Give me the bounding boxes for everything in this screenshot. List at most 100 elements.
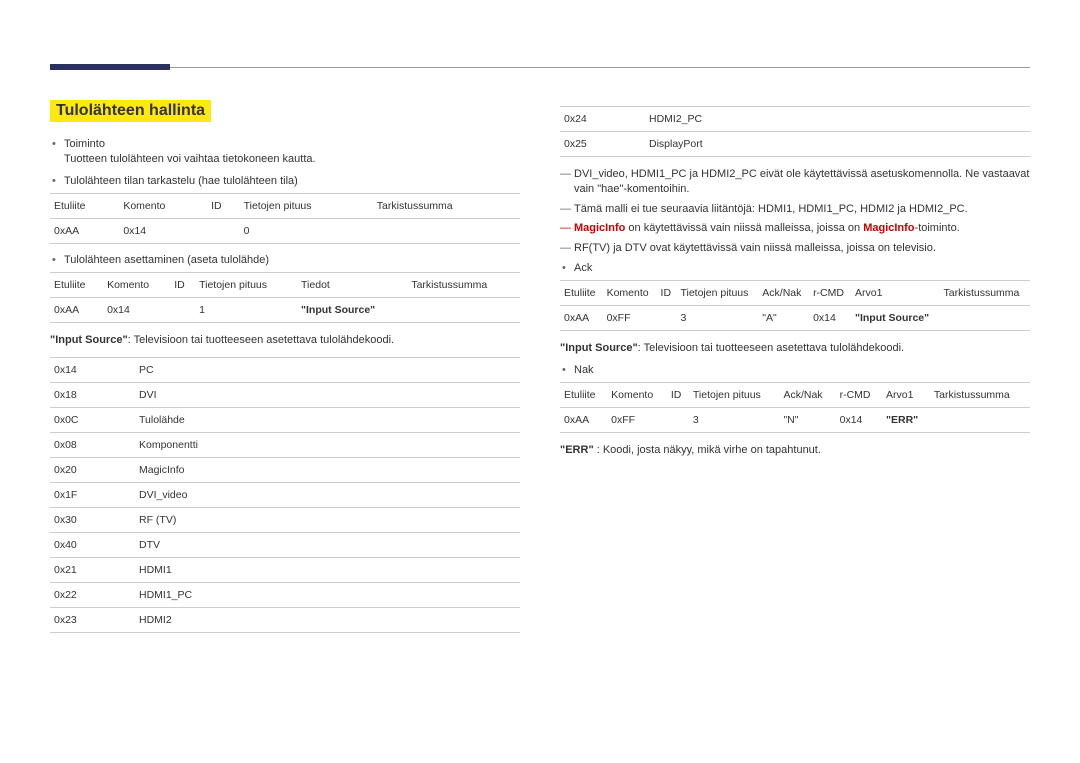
td: 0x18 [50,382,135,407]
th: Tarkistussumma [930,383,1030,408]
td [667,408,689,433]
td [930,408,1030,433]
bullet-nak: Nak [574,364,1030,376]
td: 0x20 [50,457,135,482]
th: Etuliite [560,280,603,305]
bullet-ack: Ack [574,262,1030,274]
table-set: Etuliite Komento ID Tietojen pituus Tied… [50,272,520,323]
input-source-desc: "Input Source": Televisioon tai tuottees… [50,333,520,348]
td: 0x0C [50,407,135,432]
th: r-CMD [836,383,882,408]
th: ID [667,383,689,408]
td: DTV [135,532,520,557]
text: -toiminto. [915,222,960,234]
td: HDMI2_PC [645,107,1030,132]
td: "ERR" [882,408,930,433]
td: 0x14 [103,298,170,323]
td: 0x30 [50,507,135,532]
td: "N" [779,408,835,433]
text: : Televisioon tai tuotteeseen asetettava… [128,334,394,346]
td: HDMI1 [135,557,520,582]
header-rule [170,67,1030,68]
td [207,219,239,244]
th: Etuliite [560,383,607,408]
th: ID [170,273,195,298]
bullet-toiminto: Toiminto [64,138,520,150]
note-model: Tämä malli ei tue seuraavia liitäntöjä: … [574,202,1030,217]
td: DVI_video [135,482,520,507]
th: Komento [603,280,657,305]
section-heading: Tulolähteen hallinta [50,100,211,122]
table-view: Etuliite Komento ID Tietojen pituus Tark… [50,193,520,244]
td: "Input Source" [851,305,940,330]
note-dvi: DVI_video, HDMI1_PC ja HDMI2_PC eivät ol… [574,167,1030,198]
th: Komento [607,383,667,408]
td [170,298,195,323]
td: DVI [135,382,520,407]
td: 3 [689,408,780,433]
th: Tiedot [297,273,407,298]
th: Ack/Nak [779,383,835,408]
td: 0x1F [50,482,135,507]
th: Ack/Nak [758,280,809,305]
td: "A" [758,305,809,330]
note-rftv: RF(TV) ja DTV ovat käytettävissä vain ni… [574,241,1030,256]
text: : Televisioon tai tuotteeseen asetettava… [638,342,904,354]
right-column: 0x24HDMI2_PC 0x25DisplayPort DVI_video, … [560,100,1030,643]
th: Komento [119,194,207,219]
th: ID [657,280,677,305]
td: 0x25 [560,132,645,157]
td: 0xAA [560,305,603,330]
td: 1 [195,298,297,323]
td: 0x22 [50,582,135,607]
td: DisplayPort [645,132,1030,157]
td [407,298,520,323]
text: on käytettävissä vain niissä malleissa, … [625,222,863,234]
table-codes-extra: 0x24HDMI2_PC 0x25DisplayPort [560,106,1030,157]
td: Komponentti [135,432,520,457]
bullet-set: Tulolähteen asettaminen (aseta tulolähde… [64,254,520,266]
th: Arvo1 [851,280,940,305]
td: 0x24 [560,107,645,132]
td: 0x14 [836,408,882,433]
magicinfo-word: MagicInfo [863,222,914,234]
th: Tarkistussumma [940,280,1030,305]
th: Komento [103,273,170,298]
table-ack: Etuliite Komento ID Tietojen pituus Ack/… [560,280,1030,331]
content: Tulolähteen hallinta Toiminto Tuotteen t… [50,100,1030,643]
bullet-view: Tulolähteen tilan tarkastelu (hae tulolä… [64,175,520,187]
table-nak: Etuliite Komento ID Tietojen pituus Ack/… [560,382,1030,433]
td: 0x14 [809,305,851,330]
th: Tietojen pituus [676,280,758,305]
td [657,305,677,330]
td: MagicInfo [135,457,520,482]
table-codes: 0x14PC 0x18DVI 0x0CTulolähde 0x08Kompone… [50,357,520,633]
td: PC [135,357,520,382]
note-magicinfo: MagicInfo on käytettävissä vain niissä m… [574,221,1030,236]
td: 0xAA [50,219,119,244]
input-source-desc2: "Input Source": Televisioon tai tuottees… [560,341,1030,356]
td: 0x08 [50,432,135,457]
th: Tarkistussumma [373,194,520,219]
left-column: Tulolähteen hallinta Toiminto Tuotteen t… [50,100,520,643]
td: "Input Source" [297,298,407,323]
td: HDMI2 [135,607,520,632]
td: 0x23 [50,607,135,632]
td: 0x40 [50,532,135,557]
td [940,305,1030,330]
td: 0xFF [607,408,667,433]
th: Tietojen pituus [240,194,373,219]
td: Tulolähde [135,407,520,432]
magicinfo-word: MagicInfo [574,222,625,234]
td: 0 [240,219,373,244]
th: Etuliite [50,273,103,298]
header-band [50,64,170,70]
td: 3 [676,305,758,330]
text: : Koodi, josta näkyy, mikä virhe on tapa… [594,444,821,456]
td [373,219,520,244]
err-desc: "ERR" : Koodi, josta näkyy, mikä virhe o… [560,443,1030,458]
label: "ERR" [560,444,594,456]
th: ID [207,194,239,219]
td: 0xAA [560,408,607,433]
td: 0x14 [119,219,207,244]
